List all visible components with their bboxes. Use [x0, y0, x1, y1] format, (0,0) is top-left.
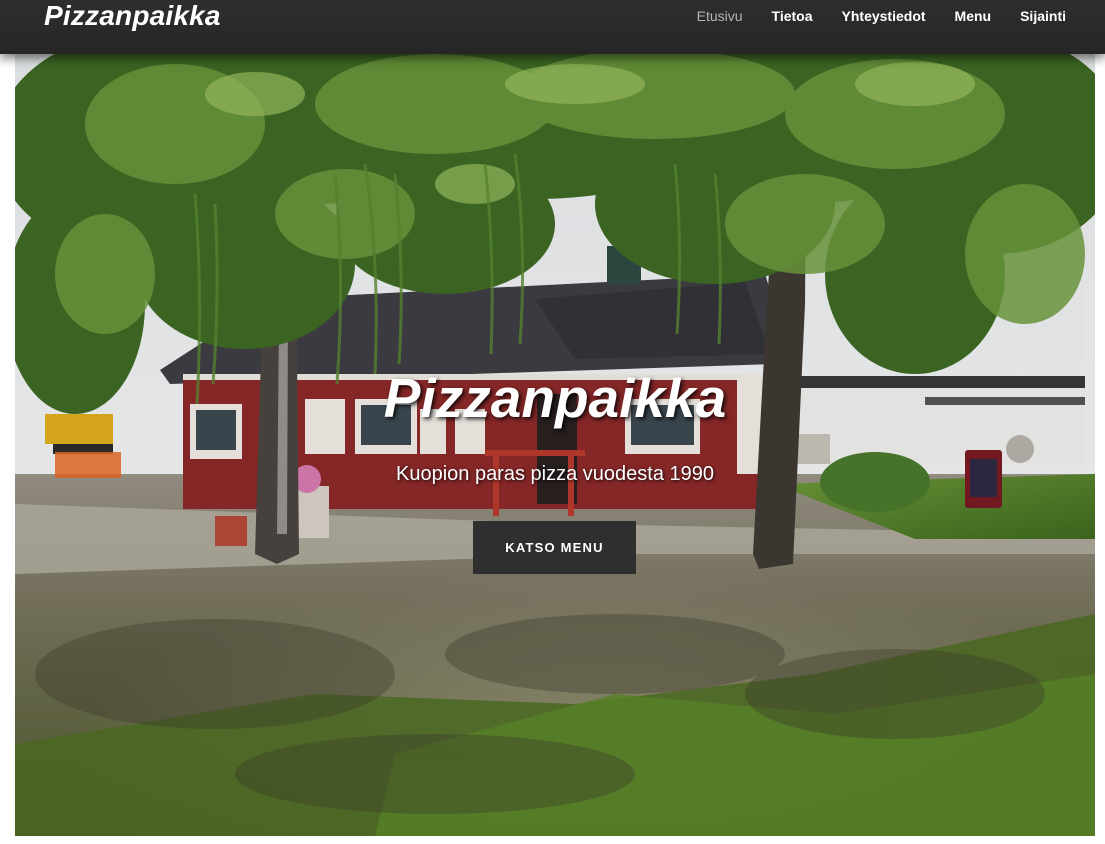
top-navbar: Pizzanpaikka Etusivu Tietoa Yhteystiedot…	[0, 0, 1105, 54]
nav-item-yhteystiedot[interactable]: Yhteystiedot	[842, 8, 926, 24]
main-nav: Etusivu Tietoa Yhteystiedot Menu Sijaint…	[697, 0, 1066, 32]
hero-subtitle: Kuopion paras pizza vuodesta 1990	[395, 463, 714, 485]
nav-item-sijainti[interactable]: Sijainti	[1020, 8, 1066, 24]
nav-item-menu[interactable]: Menu	[955, 8, 992, 24]
nav-item-etusivu[interactable]: Etusivu	[697, 8, 743, 24]
hero-background-photo	[15, 54, 1095, 836]
brand-logo[interactable]: Pizzanpaikka	[44, 0, 221, 32]
nav-item-tietoa[interactable]: Tietoa	[772, 8, 813, 24]
view-menu-button[interactable]: KATSO MENU	[473, 521, 636, 574]
hero-title: Pizzanpaikka	[383, 367, 727, 429]
hero-section: Pizzanpaikka Kuopion paras pizza vuodest…	[15, 54, 1095, 836]
